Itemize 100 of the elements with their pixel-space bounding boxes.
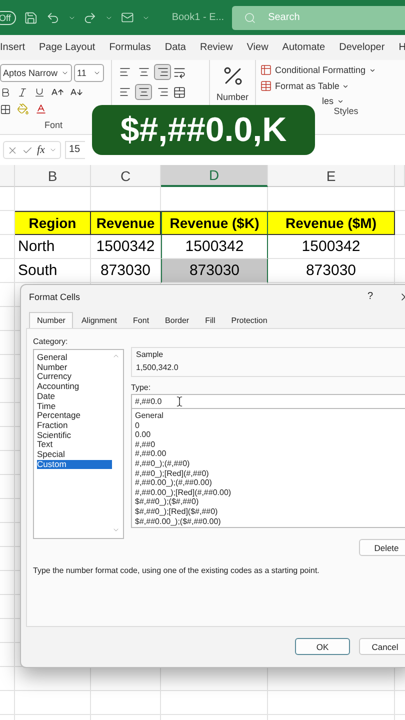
ribbon-tab[interactable]: Data [164, 42, 186, 53]
formula-field[interactable]: 15 [64, 141, 85, 159]
number-format-button[interactable]: Number [216, 92, 248, 102]
description-text: Type the number format code, using one of the existing codes as a starting point. [33, 566, 320, 576]
sample-label: Sample [136, 350, 164, 360]
function-label: fx [37, 144, 45, 156]
font-name-dropdown[interactable]: Aptos Narrow [0, 64, 72, 82]
category-item[interactable]: Number [37, 362, 112, 372]
ribbon-tab[interactable]: Formulas [109, 42, 151, 53]
format-code-item[interactable]: #,##0.00 [135, 449, 405, 459]
check-icon [22, 144, 33, 156]
format-code-item[interactable]: #,##0_);[Red](#,##0) [135, 468, 405, 478]
type-label: Type: [131, 383, 152, 392]
ribbon-tab[interactable]: Developer [339, 42, 385, 53]
mail-icon [121, 11, 134, 24]
group-label: Font [44, 120, 62, 130]
caret-icon [48, 146, 57, 154]
column-header[interactable]: E [268, 165, 395, 187]
search-icon [244, 12, 256, 24]
ok-button[interactable]: OK [295, 638, 350, 656]
category-item[interactable]: Special [37, 450, 112, 460]
search-input[interactable]: Search [266, 11, 366, 24]
cancel-button[interactable]: Cancel [359, 638, 405, 656]
save-icon [24, 10, 38, 24]
align-right-icon [156, 66, 168, 78]
align-left-icon [118, 86, 130, 98]
category-item[interactable]: Scientific [37, 430, 112, 440]
category-item[interactable]: Fraction [37, 420, 112, 431]
dialog-tab[interactable]: Font [125, 312, 158, 328]
category-item[interactable]: Custom [37, 460, 112, 470]
font-color-icon [35, 103, 47, 115]
help-button[interactable]: ? [367, 291, 373, 302]
font-size-dropdown[interactable]: 11 [74, 64, 104, 82]
category-item[interactable]: Time [37, 402, 112, 412]
type-field[interactable]: #,##0.0 [131, 394, 405, 410]
styles-menu-item[interactable]: Conditional Formatting [260, 64, 392, 76]
format-code-item[interactable]: 0 [135, 420, 405, 430]
align-left-icon [118, 66, 130, 78]
underline-icon [34, 87, 45, 98]
dialog-tab[interactable]: Fill [197, 312, 224, 328]
category-item[interactable]: Date [37, 392, 112, 402]
category-label: Category: [33, 337, 69, 346]
dialog-title: Format Cells [29, 292, 80, 302]
search-field[interactable]: Search [232, 6, 405, 30]
table-cell: 873030 [161, 259, 268, 283]
borders-icon [0, 104, 11, 114]
table-icon [260, 80, 272, 92]
category-item[interactable]: Text [37, 440, 112, 450]
column-title-cell: Region [15, 211, 91, 235]
caret-icon [61, 69, 69, 77]
ribbon-tab[interactable]: View [246, 42, 268, 53]
caret-icon [336, 98, 344, 104]
align-center-icon [138, 86, 150, 98]
ribbon-tab[interactable]: Page Layout [39, 42, 96, 53]
format-code-item[interactable]: $#,##0_);($#,##0) [135, 497, 405, 507]
caption-banner: $#,##0.0,K [92, 105, 315, 155]
caret-icon [142, 14, 150, 22]
category-item[interactable]: Accounting [37, 382, 112, 392]
dialog-tab[interactable]: Protection [223, 312, 276, 328]
format-code-item[interactable]: General [135, 411, 405, 421]
group-label: Styles [334, 106, 358, 116]
format-code-item[interactable]: #,##0 [135, 440, 405, 450]
delete-button[interactable]: Delete [359, 539, 405, 556]
category-item[interactable]: Percentage [37, 411, 112, 421]
table-cell: 1500342 [161, 235, 268, 259]
formula-buttons[interactable]: fx [3, 141, 61, 159]
fill-color-icon [17, 103, 29, 115]
column-header[interactable]: D [161, 165, 268, 187]
column-header[interactable]: C [91, 165, 161, 187]
format-code-item[interactable]: #,##0_);(#,##0) [135, 458, 405, 469]
format-code-item[interactable]: 0.00 [135, 430, 405, 440]
bold-icon [0, 87, 11, 98]
category-item[interactable]: General [37, 353, 112, 363]
column-title-cell: Revenue ($K) [161, 211, 268, 235]
format-code-list[interactable]: General 0 0.00 #,##0 #,##0.00 #,##0_);(#,##0) #,##0_);[Red](#,##0) #,##0.00_);(#,##0.00) #,##0.00_);[Red](#,##0.00) $#,##0_);($#,##0) $#,##0_);[Red]($#,##0) $#,##0.00_);($#,##0.00) [131, 409, 405, 528]
sample-value: 1,500,342.0 [136, 363, 180, 372]
ribbon-tab[interactable]: Automate [282, 42, 326, 53]
align-button[interactable] [154, 64, 171, 80]
category-item[interactable]: Currency [37, 372, 112, 382]
dialog-tab[interactable]: Border [157, 312, 198, 328]
styles-menu-item[interactable]: Format as Table [260, 80, 392, 92]
ribbon-tab[interactable]: H [398, 42, 405, 53]
align-button[interactable] [135, 84, 152, 100]
dialog-tab[interactable]: Number [29, 312, 74, 328]
ribbon-tab[interactable]: Insert [0, 42, 26, 53]
align-right-icon [156, 86, 168, 98]
format-code-item[interactable]: $#,##0_);[Red]($#,##0) [135, 506, 405, 517]
format-code-item[interactable]: $#,##0.00_);($#,##0.00) [135, 516, 405, 526]
caret-icon [342, 82, 350, 90]
column-header [395, 165, 405, 187]
caret-icon [93, 69, 101, 77]
column-title-cell: Revenue [91, 211, 161, 235]
format-code-item[interactable]: #,##0.00_);[Red](#,##0.00) [135, 488, 405, 498]
column-header[interactable]: B [15, 165, 91, 187]
styles-menu-item[interactable]: les [322, 96, 392, 106]
align-center-icon [138, 66, 150, 78]
dialog-tab[interactable]: Alignment [73, 312, 126, 328]
format-code-item[interactable]: #,##0.00_);(#,##0.00) [135, 478, 405, 488]
ribbon-tab[interactable]: Review [200, 42, 233, 53]
category-list[interactable]: General Number Currency Accounting Date Time Percentage Fraction Scientific Text Special Custom [33, 349, 124, 540]
